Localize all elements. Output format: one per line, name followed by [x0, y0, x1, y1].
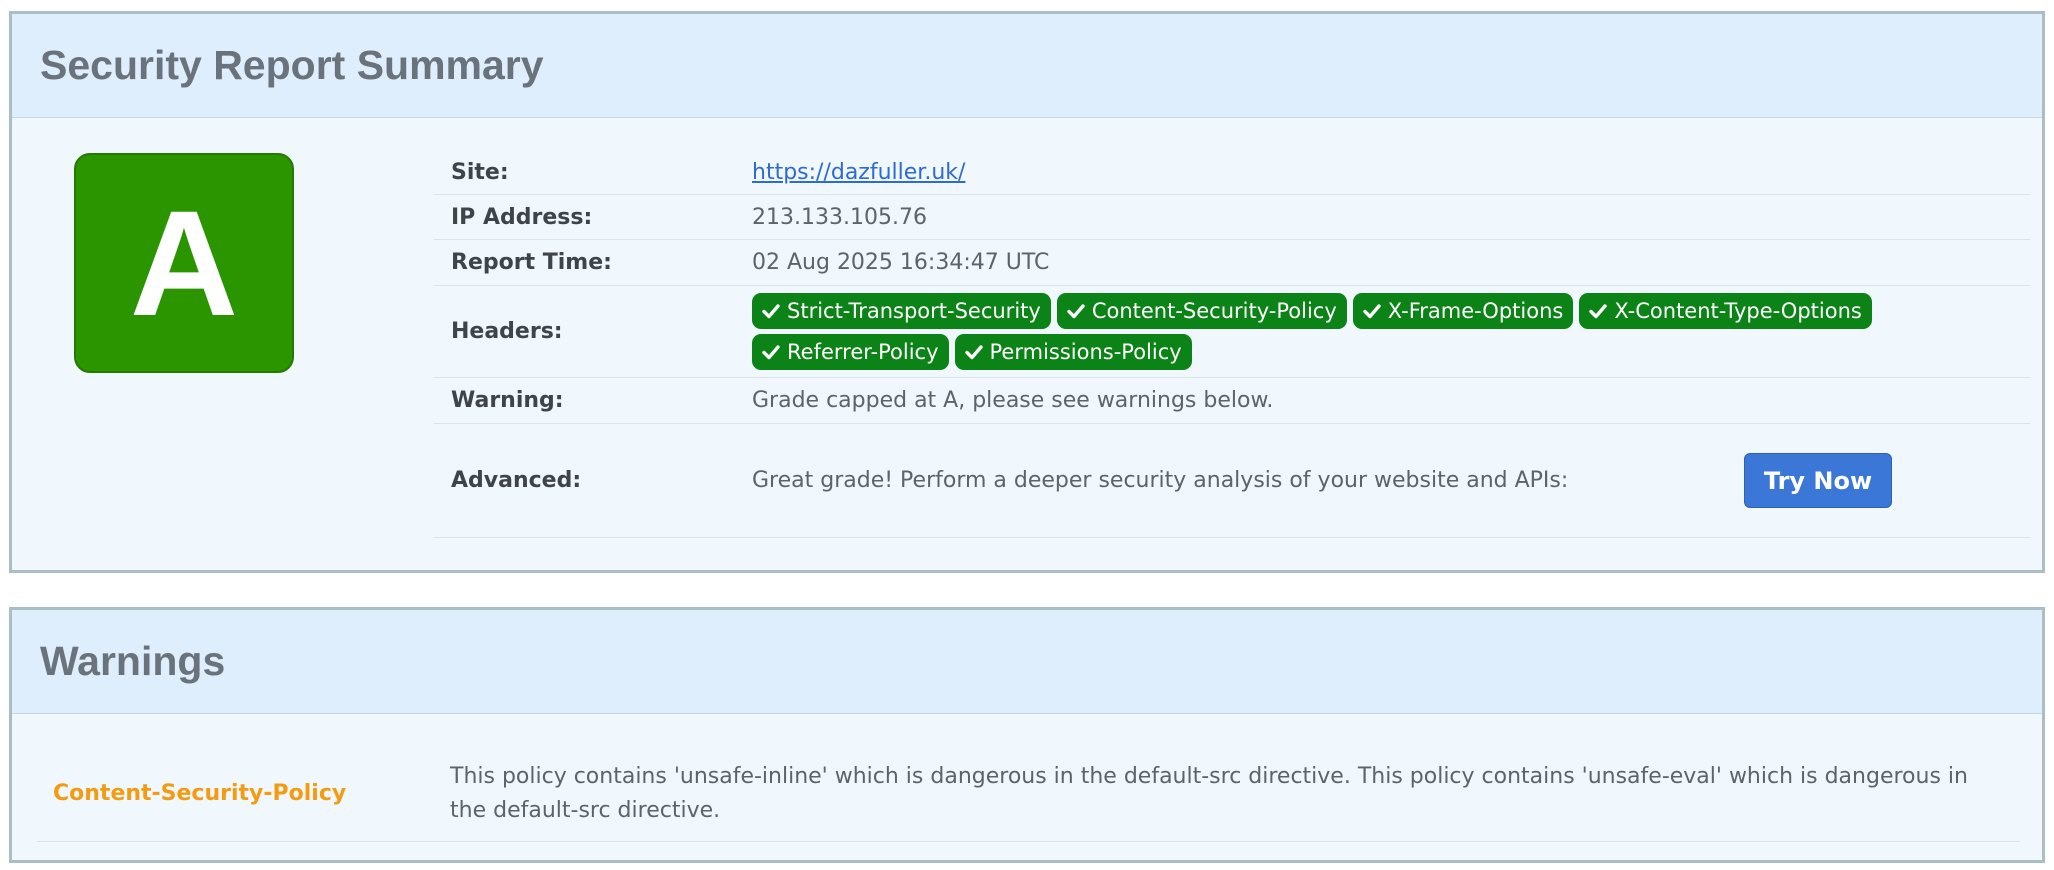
- site-link[interactable]: https://dazfuller.uk/: [752, 160, 965, 185]
- warning-value: Grade capped at A, please see warnings b…: [752, 388, 1274, 413]
- site-label: Site:: [451, 159, 509, 185]
- header-badge: X-Frame-Options: [1352, 293, 1574, 329]
- warnings-panel: Warnings Content-Security-Policy This po…: [9, 607, 2045, 863]
- warning-row: Warning: Grade capped at A, please see w…: [434, 378, 2030, 424]
- check-icon: [762, 345, 780, 360]
- header-badge-label: Strict-Transport-Security: [787, 299, 1041, 323]
- warning-item: Content-Security-Policy This policy cont…: [37, 746, 2020, 842]
- headers-label: Headers:: [451, 319, 563, 344]
- ip-label: IP Address:: [451, 204, 593, 230]
- header-badge-label: Referrer-Policy: [787, 340, 939, 364]
- header-badge: Strict-Transport-Security: [752, 293, 1051, 329]
- summary-panel: Security Report Summary A Site: https://…: [9, 11, 2045, 573]
- header-badge-label: X-Frame-Options: [1387, 299, 1564, 323]
- advanced-text: Great grade! Perform a deeper security a…: [752, 468, 1569, 493]
- header-badge-label: Permissions-Policy: [989, 340, 1182, 364]
- report-details: Site: https://dazfuller.uk/ IP Address: …: [434, 150, 2030, 538]
- warning-item-text: This policy contains 'unsafe-inline' whi…: [450, 763, 1968, 823]
- check-icon: [1589, 304, 1608, 319]
- check-icon: [1363, 304, 1381, 319]
- header-badges: Strict-Transport-Security Content-Securi…: [752, 293, 1932, 370]
- warning-item-name: Content-Security-Policy: [53, 781, 347, 806]
- try-now-button[interactable]: Try Now: [1744, 453, 1892, 508]
- check-icon: [1067, 304, 1085, 319]
- summary-header: Security Report Summary: [12, 14, 2042, 118]
- ip-value: 213.133.105.76: [752, 204, 927, 230]
- warnings-header: Warnings: [12, 610, 2042, 714]
- header-badge-label: Content-Security-Policy: [1091, 299, 1337, 323]
- warnings-title: Warnings: [40, 638, 226, 684]
- header-badge: Content-Security-Policy: [1056, 293, 1347, 329]
- time-row: Report Time: 02 Aug 2025 16:34:47 UTC: [434, 240, 2030, 286]
- check-icon: [964, 345, 983, 360]
- advanced-row: Advanced: Great grade! Perform a deeper …: [434, 424, 2030, 538]
- ip-row: IP Address: 213.133.105.76: [434, 195, 2030, 240]
- time-value: 02 Aug 2025 16:34:47 UTC: [752, 250, 1050, 275]
- grade-badge: A: [74, 153, 294, 373]
- time-label: Report Time:: [451, 250, 612, 275]
- headers-row: Headers: Strict-Transport-Security Conte…: [434, 286, 2030, 378]
- check-icon: [762, 304, 780, 319]
- summary-title: Security Report Summary: [40, 42, 544, 88]
- advanced-label: Advanced:: [451, 468, 582, 493]
- warning-label: Warning:: [451, 388, 564, 413]
- header-badge: Referrer-Policy: [752, 334, 949, 370]
- header-badge: Permissions-Policy: [954, 334, 1192, 370]
- header-badge-label: X-Content-Type-Options: [1614, 299, 1862, 323]
- site-row: Site: https://dazfuller.uk/: [434, 150, 2030, 195]
- header-badge: X-Content-Type-Options: [1579, 293, 1872, 329]
